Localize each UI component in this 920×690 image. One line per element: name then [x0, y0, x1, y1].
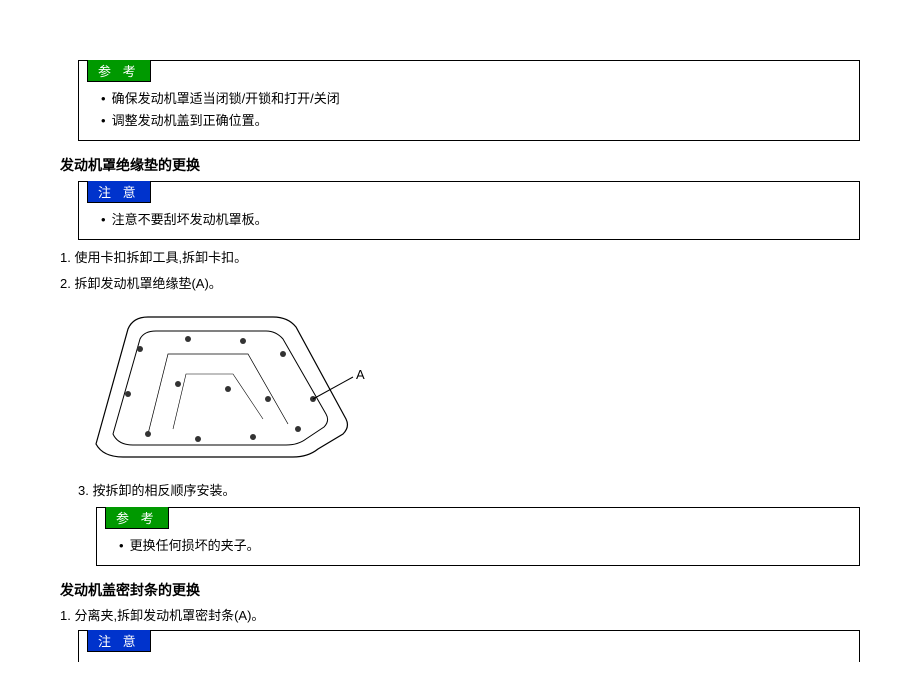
bullet-item: 确保发动机罩适当闭锁/开锁和打开/关闭	[101, 88, 849, 110]
bullet-item: 更换任何损坏的夹子。	[119, 535, 849, 557]
caution-content: 注意不要刮坏发动机罩板。	[79, 203, 859, 239]
section-title-seal: 发动机盖密封条的更换	[60, 580, 860, 600]
step-seal-1: 1. 分离夹,拆卸发动机罩密封条(A)。	[60, 606, 860, 626]
step-1: 1. 使用卡扣拆卸工具,拆卸卡扣。	[60, 248, 860, 268]
diagram-label-a: A	[356, 367, 365, 382]
bullet-text: 注意不要刮坏发动机罩板。	[112, 209, 268, 231]
reference-content: 更换任何损坏的夹子。	[97, 529, 859, 565]
bullet-text: 调整发动机盖到正确位置。	[112, 110, 268, 132]
caution-box-2: 注 意	[78, 630, 860, 662]
step-3: 3. 按拆卸的相反顺序安装。	[78, 480, 860, 499]
bullet-item: 调整发动机盖到正确位置。	[101, 110, 849, 132]
bullet-item: 注意不要刮坏发动机罩板。	[101, 209, 849, 231]
bullet-text: 更换任何损坏的夹子。	[130, 535, 260, 557]
caution-box-1: 注 意 注意不要刮坏发动机罩板。	[78, 181, 860, 240]
hood-diagram-svg: A	[78, 299, 368, 469]
reference-content: 确保发动机罩适当闭锁/开锁和打开/关闭 调整发动机盖到正确位置。	[79, 82, 859, 140]
reference-header: 参 考	[87, 60, 151, 82]
hood-insulation-diagram: A	[78, 299, 860, 472]
caution-header: 注 意	[87, 181, 151, 203]
reference-box-1: 参 考 确保发动机罩适当闭锁/开锁和打开/关闭 调整发动机盖到正确位置。	[78, 60, 860, 141]
step-2: 2. 拆卸发动机罩绝缘垫(A)。	[60, 274, 860, 294]
section-title-insulation: 发动机罩绝缘垫的更换	[60, 155, 860, 175]
bullet-text: 确保发动机罩适当闭锁/开锁和打开/关闭	[112, 88, 340, 110]
reference-box-2: 参 考 更换任何损坏的夹子。	[96, 507, 860, 566]
caution-header: 注 意	[87, 630, 151, 652]
reference-header: 参 考	[105, 507, 169, 529]
